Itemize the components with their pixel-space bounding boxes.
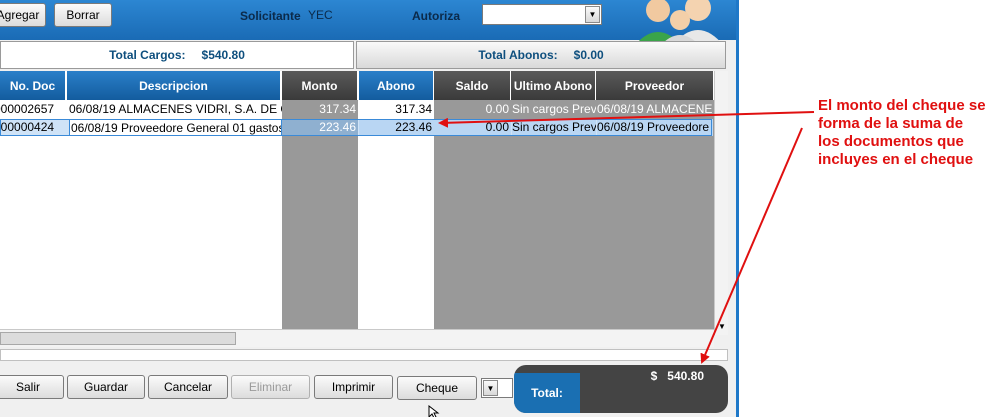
arrow-to-abono-row bbox=[438, 111, 815, 128]
annotation-arrows bbox=[438, 111, 815, 364]
arrow-to-total bbox=[700, 127, 803, 364]
